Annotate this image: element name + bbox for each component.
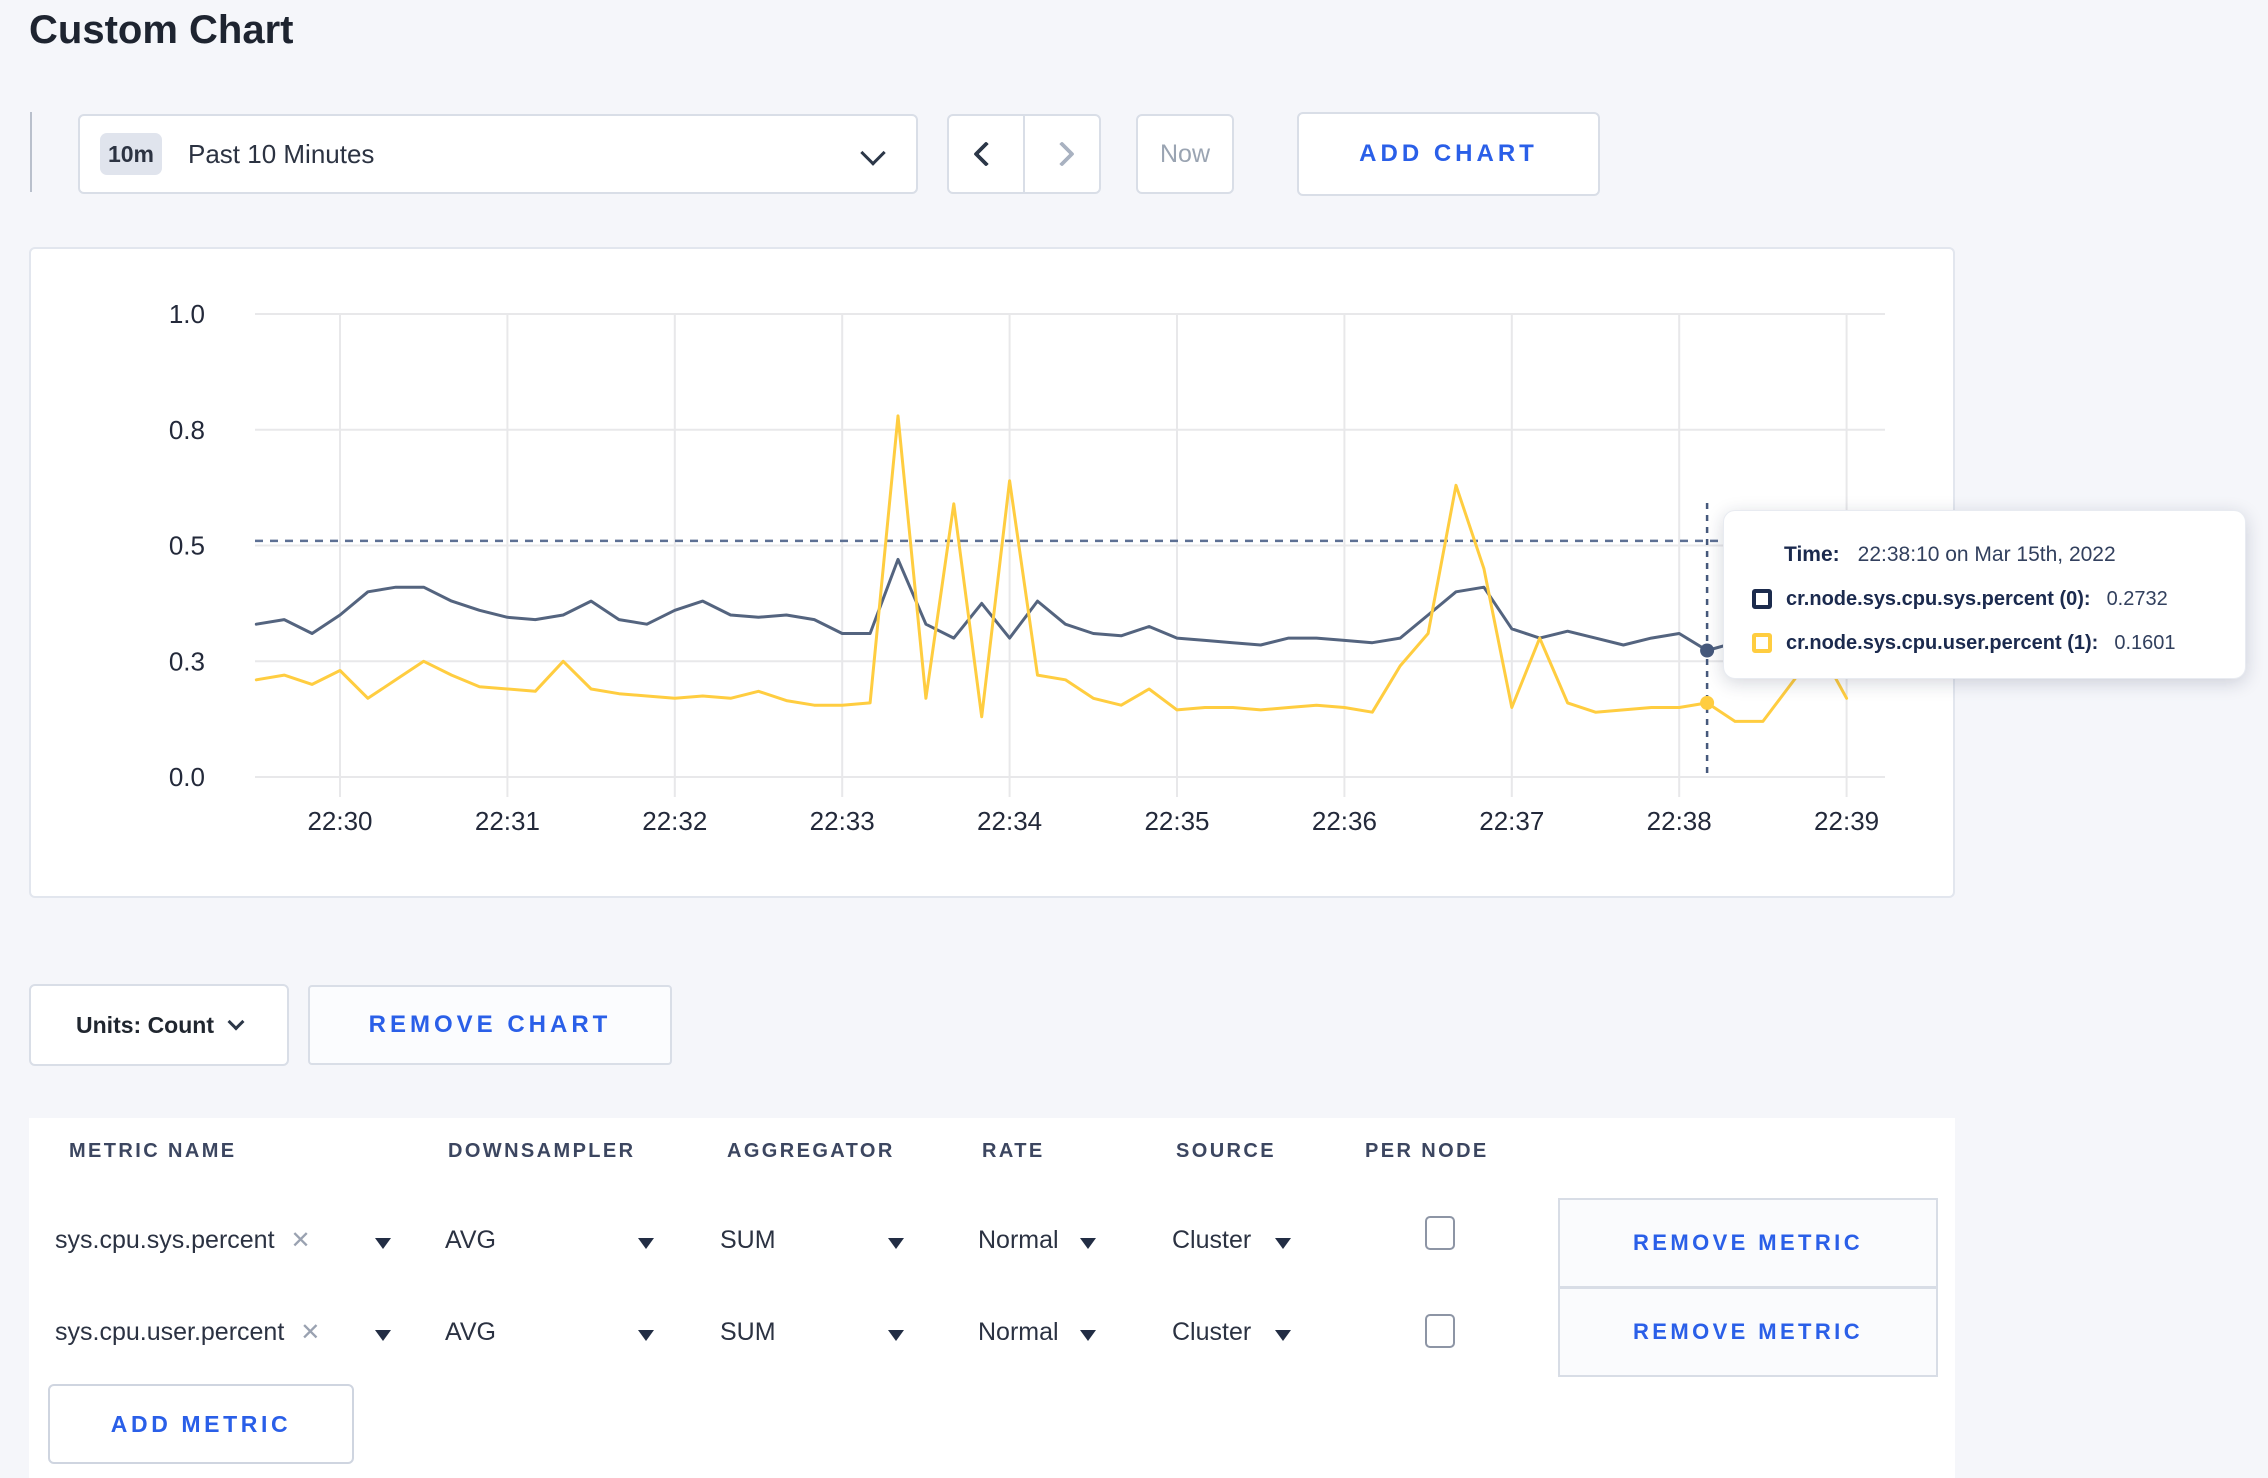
aggregator-select[interactable]: SUM [720,1318,776,1347]
dropdown-caret-icon[interactable] [638,1238,654,1249]
tooltip-time-value: 22:38:10 on Mar 15th, 2022 [1857,543,2116,566]
chevron-down-icon [860,140,886,166]
downsampler-select[interactable]: AVG [445,1318,496,1347]
source-select[interactable]: Cluster [1172,1226,1251,1255]
header-per-node: PER NODE [1365,1140,1489,1162]
remove-metric-button[interactable]: REMOVE METRIC [1558,1198,1938,1288]
per-node-checkbox[interactable] [1425,1314,1455,1348]
header-source: SOURCE [1176,1140,1276,1162]
tooltip-series-name: cr.node.sys.cpu.user.percent (1): [1786,631,2099,654]
units-label: Units: Count [76,1011,214,1038]
metric-name-select[interactable]: sys.cpu.user.percent ✕ [55,1318,320,1347]
tooltip-series-name: cr.node.sys.cpu.sys.percent (0): [1786,587,2091,610]
dropdown-caret-icon[interactable] [1275,1330,1291,1341]
source-select[interactable]: Cluster [1172,1318,1251,1347]
rate-select[interactable]: Normal [978,1226,1059,1255]
user-series-swatch-icon [1752,633,1772,653]
dropdown-caret-icon[interactable] [1275,1238,1291,1249]
dropdown-caret-icon[interactable] [375,1238,391,1249]
aggregator-select[interactable]: SUM [720,1226,776,1255]
units-select[interactable]: Units: Count [29,984,289,1066]
add-chart-button[interactable]: ADD CHART [1297,112,1600,196]
tooltip-time-label: Time: [1784,543,1840,566]
metric-name-select[interactable]: sys.cpu.sys.percent ✕ [55,1226,311,1255]
add-metric-button[interactable]: ADD METRIC [48,1384,354,1464]
dropdown-caret-icon[interactable] [888,1238,904,1249]
sys-series-swatch-icon [1752,589,1772,609]
per-node-checkbox[interactable] [1425,1216,1455,1250]
header-rate: RATE [982,1140,1045,1162]
chevron-right-icon [1049,141,1075,167]
header-metric-name: METRIC NAME [69,1140,237,1162]
header-downsampler: DOWNSAMPLER [448,1140,636,1162]
downsampler-select[interactable]: AVG [445,1226,496,1255]
chevron-left-icon [973,141,999,167]
dropdown-caret-icon[interactable] [638,1330,654,1341]
toolbar-divider [30,112,32,192]
time-step-group [947,114,1101,194]
dropdown-caret-icon[interactable] [888,1330,904,1341]
metric-name-value: sys.cpu.user.percent [55,1318,285,1346]
time-range-select[interactable]: 10m Past 10 Minutes [78,114,918,194]
tooltip-series-value: 0.1601 [2114,631,2176,654]
clear-metric-icon[interactable]: ✕ [300,1318,320,1347]
rate-select[interactable]: Normal [978,1318,1059,1347]
dropdown-caret-icon[interactable] [1080,1330,1096,1341]
dropdown-caret-icon[interactable] [375,1330,391,1341]
chart-tooltip: Time: 22:38:10 on Mar 15th, 2022 cr.node… [1723,510,2246,679]
page-title: Custom Chart [29,8,294,52]
remove-chart-button[interactable]: REMOVE CHART [308,985,672,1065]
clear-metric-icon[interactable]: ✕ [291,1226,311,1255]
chevron-down-icon [227,1013,245,1031]
remove-metric-button[interactable]: REMOVE METRIC [1558,1287,1938,1377]
header-aggregator: AGGREGATOR [727,1140,895,1162]
tooltip-series-value: 0.2732 [2106,587,2168,610]
chart-card [29,247,1955,898]
time-range-badge: 10m [100,133,162,175]
next-interval-button[interactable] [1023,116,1099,192]
metric-name-value: sys.cpu.sys.percent [55,1226,275,1254]
time-range-label: Past 10 Minutes [188,138,375,169]
prev-interval-button[interactable] [949,116,1023,192]
now-button[interactable]: Now [1136,114,1234,194]
dropdown-caret-icon[interactable] [1080,1238,1096,1249]
